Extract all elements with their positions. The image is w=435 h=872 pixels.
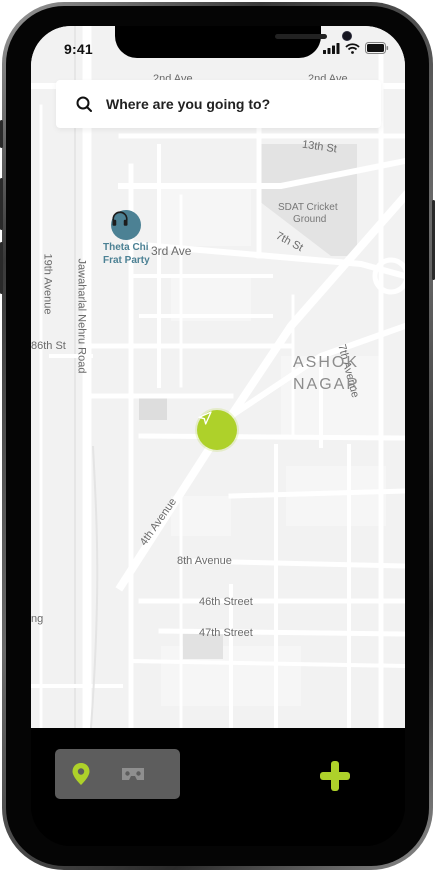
search-bar[interactable]: Where are you going to? [56,80,381,128]
map-label-jawaharlal-nehru-road: Jawaharlal Nehru Road [75,258,88,374]
plus-icon [320,761,350,791]
search-icon [76,95,94,113]
map-label-edge-partial: ng [31,613,44,625]
tab-vr-view[interactable] [107,749,159,799]
map-label-8th-avenue: 8th Avenue [177,555,232,567]
map-label-86th-st: 86th St [31,340,66,352]
notch [115,26,352,58]
battery-icon [365,42,389,54]
add-button[interactable] [317,758,353,794]
map-label-3rd-ave: 3rd Ave [151,244,192,258]
map-label-19th-avenue: 19th Avenue [41,253,54,315]
current-location-button[interactable] [197,410,237,450]
speaker-grille [275,34,327,39]
status-icons [323,42,389,54]
wifi-icon [345,42,360,54]
status-time: 9:41 [64,41,93,57]
poi-marker[interactable] [111,210,141,240]
screen: 2nd Ave 2nd Ave 13th St 7th St 3rd Ave 1… [31,26,405,846]
mute-switch [0,120,3,148]
poi-name-line2: Frat Party [103,255,150,266]
search-placeholder: Where are you going to? [106,96,271,112]
poi-name-line1: Theta Chi [103,242,149,253]
headphones-icon [112,211,128,226]
map-view[interactable]: 2nd Ave 2nd Ave 13th St 7th St 3rd Ave 1… [31,26,405,728]
volume-down-button [0,242,3,294]
front-camera [342,31,352,41]
map-label-46th-street: 46th Street [199,596,253,608]
area-name-line2: NAGAR [293,376,360,393]
area-name-line1: ASHOK [293,354,360,371]
tab-map-view[interactable] [55,749,107,799]
sdat-label-line1: SDAT Cricket [278,202,338,213]
poi-label[interactable]: Theta Chi Frat Party [103,241,150,267]
signal-icon [323,42,340,54]
volume-up-button [0,178,3,230]
vr-headset-icon [122,768,144,780]
sdat-label-line2: Ground [293,214,327,225]
phone-frame: 2nd Ave 2nd Ave 13th St 7th St 3rd Ave 1… [0,0,435,872]
view-mode-toggle [55,749,180,799]
bottom-bar [31,728,405,846]
navigation-arrow-icon [198,411,212,425]
location-pin-icon [72,763,90,785]
map-label-47th-street: 47th Street [199,627,253,639]
